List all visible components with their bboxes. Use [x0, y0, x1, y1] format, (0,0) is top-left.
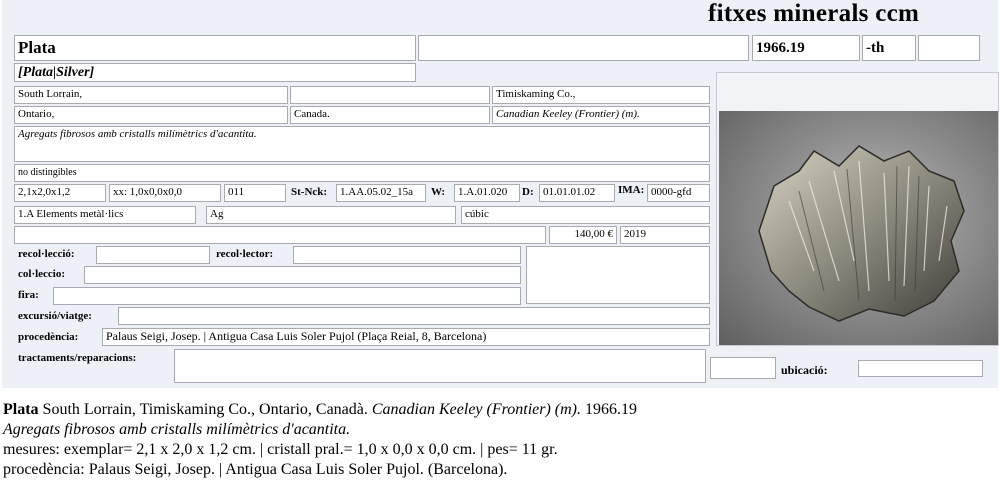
side-notes-field[interactable]	[526, 246, 710, 304]
collection-label: recol·lecció:	[18, 248, 75, 260]
class-field[interactable]: 1.A Elements metàl·lics	[14, 206, 196, 224]
caption-provenance: procedència: Palaus Seigi, Josep. | Anti…	[3, 461, 508, 478]
caption-line-1: Plata South Lorrain, Timiskaming Co., On…	[3, 400, 997, 420]
collection-input[interactable]	[96, 246, 210, 264]
size-field[interactable]: 2,1x2,0x1,2	[14, 184, 106, 202]
colleccio-label: col·leccio:	[18, 268, 66, 280]
page-title: fitxes minerals ccm	[708, 0, 920, 27]
locality-place-field[interactable]: South Lorrain,	[14, 86, 288, 104]
colleccio-input[interactable]	[84, 266, 521, 284]
mineral-specimen-icon	[758, 145, 965, 322]
collector-input[interactable]	[293, 246, 521, 264]
crystal-system-field[interactable]: cúbic	[461, 206, 710, 224]
locality-mine-field[interactable]: Canadian Keeley (Frontier) (m).	[492, 106, 710, 124]
locality-district-field[interactable]: Timiskaming Co.,	[492, 86, 710, 104]
treatments-label: tractaments/reparacions:	[18, 352, 137, 364]
ima-code-field[interactable]: 0000-gfd	[647, 184, 710, 202]
fira-input[interactable]	[53, 287, 521, 305]
description-field[interactable]: Agregats fibrosos amb cristalls milímètr…	[14, 126, 710, 162]
weight-field[interactable]: 011	[224, 184, 286, 202]
fira-label: fira:	[18, 289, 39, 301]
caption-locality: South Lorrain, Timiskaming Co., Ontario,…	[38, 401, 372, 418]
strunz-code-field[interactable]: 1.AA.05.02_15a	[336, 184, 426, 202]
synonym-field[interactable]: [Plata|Silver]	[14, 63, 416, 82]
caption-measures: mesures: exemplar= 2,1 x 2,0 x 1,2 cm. |…	[3, 441, 558, 458]
caption-number: 1966.19	[581, 401, 638, 418]
specimen-photo	[719, 111, 998, 345]
crystal-size-field[interactable]: xx: 1,0x0,0x0,0	[109, 184, 221, 202]
price-field[interactable]: 140,00 €	[549, 226, 617, 244]
formula-field[interactable]: Ag	[206, 206, 456, 224]
notes-field[interactable]	[14, 226, 546, 244]
provenance-label: procedència:	[18, 331, 79, 343]
locality-place-extra-field[interactable]	[290, 86, 490, 104]
suffix-field[interactable]: -th	[862, 35, 916, 61]
catalog-number-field[interactable]: 1966.19	[752, 35, 860, 61]
caption-name: Plata	[3, 401, 39, 418]
locality-province-field[interactable]: Ontario,	[14, 106, 288, 124]
d-code-field[interactable]: 01.01.01.02	[539, 184, 615, 202]
collector-label: recol·lector:	[216, 248, 274, 260]
trip-input[interactable]	[118, 307, 710, 325]
d-label: D:	[522, 186, 534, 198]
locality-country-field[interactable]: Canada.	[290, 106, 490, 124]
name-extra-field[interactable]	[418, 35, 749, 61]
suffix-extra-field[interactable]	[918, 35, 980, 61]
mineral-record-card: fitxes minerals ccm Plata 1966.19 -th [P…	[2, 0, 999, 388]
specimen-caption: Plata South Lorrain, Timiskaming Co., On…	[3, 400, 997, 480]
trip-label: excursió/viatge:	[18, 310, 92, 322]
mineral-name-field[interactable]: Plata	[14, 35, 416, 61]
ima-label: IMA:	[618, 184, 645, 196]
provenance-input[interactable]: Palaus Seigi, Josep. | Antigua Casa Luis…	[102, 328, 710, 346]
specimen-photo-frame	[716, 72, 999, 346]
location-prefix-field[interactable]	[710, 357, 776, 379]
location-label: ubicació:	[781, 363, 828, 377]
treatments-input[interactable]	[174, 349, 706, 383]
strunz-label: St-Nck:	[291, 186, 328, 198]
associated-minerals-field[interactable]: no distingibles	[14, 164, 710, 182]
year-field[interactable]: 2019	[620, 226, 710, 244]
caption-mine: Canadian Keeley (Frontier) (m).	[371, 401, 582, 418]
caption-description: Agregats fibrosos amb cristalls milímètr…	[3, 421, 351, 438]
w-label: W:	[431, 186, 446, 198]
w-code-field[interactable]: 1.A.01.020	[454, 184, 520, 202]
location-input[interactable]	[858, 360, 983, 377]
